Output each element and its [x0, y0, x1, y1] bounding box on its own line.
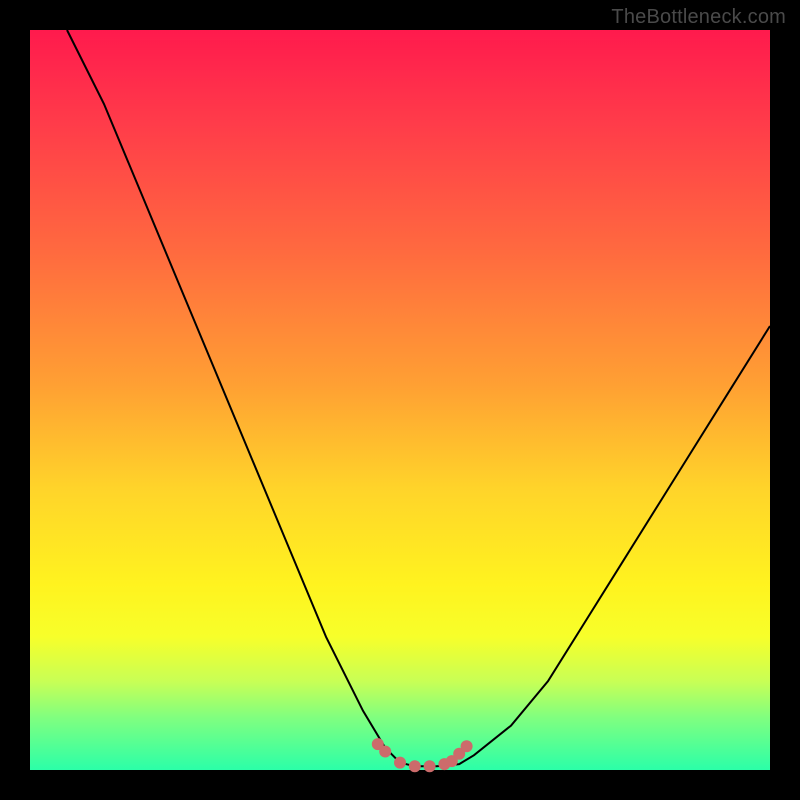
highlight-marker	[461, 740, 473, 752]
chart-svg	[30, 30, 770, 770]
highlight-marker	[424, 760, 436, 772]
highlight-marker	[394, 757, 406, 769]
highlight-marker	[379, 746, 391, 758]
chart-frame: TheBottleneck.com	[0, 0, 800, 800]
bottleneck-curve	[67, 30, 770, 766]
highlight-marker	[409, 760, 421, 772]
source-attribution: TheBottleneck.com	[611, 6, 786, 29]
